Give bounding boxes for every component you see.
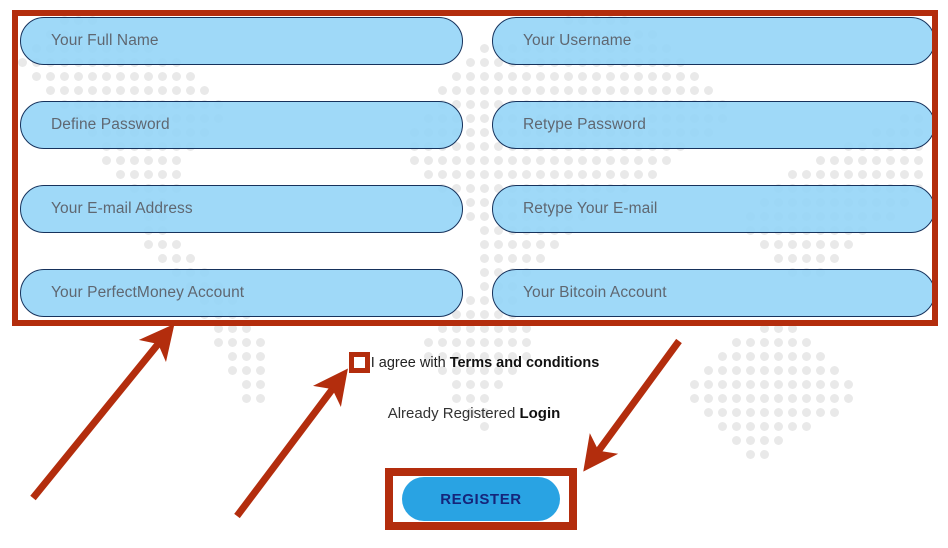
input-password[interactable]: Define Password [20, 101, 463, 149]
terms-link[interactable]: Terms and conditions [450, 355, 600, 371]
input-username[interactable]: Your Username [492, 17, 935, 65]
register-button[interactable]: REGISTER [402, 477, 560, 521]
input-full-name[interactable]: Your Full Name [20, 17, 463, 65]
already-prefix: Already Registered [387, 405, 520, 422]
input-bitcoin-account[interactable]: Your Bitcoin Account [492, 269, 935, 317]
input-retype-email[interactable]: Retype Your E-mail [492, 185, 935, 233]
input-username-placeholder: Your Username [523, 32, 632, 49]
input-bitcoin-placeholder: Your Bitcoin Account [523, 284, 667, 301]
terms-prefix: I agree with [370, 354, 450, 371]
input-email-placeholder: Your E-mail Address [51, 200, 193, 217]
terms-checkbox[interactable] [348, 352, 370, 373]
already-registered-row: Already Registered Login [0, 405, 948, 422]
input-retype-password-placeholder: Retype Password [523, 116, 646, 133]
register-highlight-box: REGISTER [385, 468, 577, 530]
registration-form: Your Full Name Your Username Define Pass… [0, 0, 948, 330]
terms-row: I agree with Terms and conditions [0, 352, 948, 373]
input-perfectmoney-account[interactable]: Your PerfectMoney Account [20, 269, 463, 317]
input-full-name-placeholder: Your Full Name [51, 32, 159, 49]
login-link[interactable]: Login [519, 405, 560, 422]
terms-label: I agree with Terms and conditions [371, 355, 600, 371]
input-retype-password[interactable]: Retype Password [492, 101, 935, 149]
arrow-to-checkbox-icon [234, 368, 348, 519]
input-perfectmoney-placeholder: Your PerfectMoney Account [51, 284, 245, 301]
input-retype-email-placeholder: Retype Your E-mail [523, 200, 658, 217]
input-email[interactable]: Your E-mail Address [20, 185, 463, 233]
input-password-placeholder: Define Password [51, 116, 170, 133]
